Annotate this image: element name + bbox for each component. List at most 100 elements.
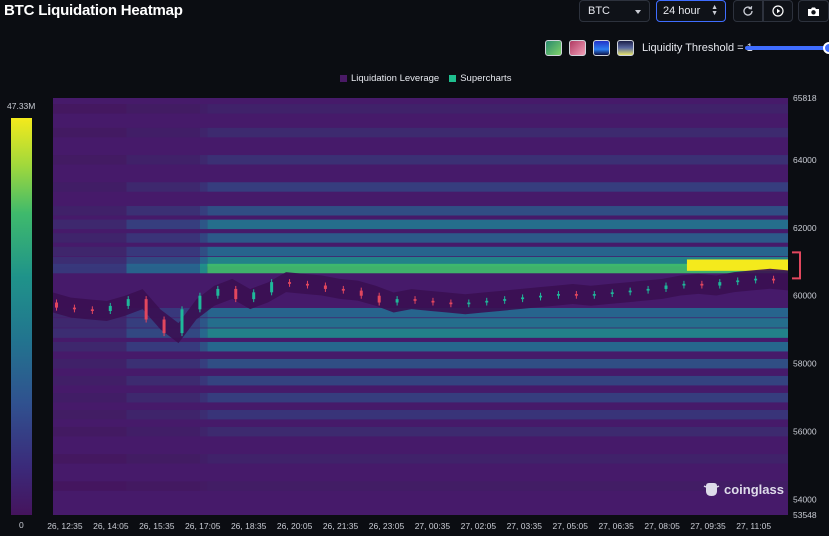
candle bbox=[736, 280, 740, 283]
liquidation-band bbox=[53, 409, 127, 420]
candle bbox=[359, 290, 363, 296]
y-tick-label: 64000 bbox=[793, 155, 817, 165]
y-tick-label: 58000 bbox=[793, 359, 817, 369]
liquidation-band bbox=[126, 219, 200, 230]
x-tick-label: 26, 15:35 bbox=[139, 521, 175, 531]
liquidation-band bbox=[126, 155, 200, 165]
candle bbox=[431, 300, 435, 303]
candle bbox=[772, 278, 776, 281]
liquidation-band bbox=[207, 375, 789, 386]
x-tick-label: 27, 03:35 bbox=[507, 521, 543, 531]
candle bbox=[216, 288, 220, 296]
liquidation-band bbox=[126, 409, 200, 420]
current-price-marker bbox=[792, 251, 801, 280]
liquidation-band bbox=[53, 358, 127, 369]
candle bbox=[144, 299, 148, 320]
x-tick-label: 27, 09:35 bbox=[690, 521, 726, 531]
liquidation-band bbox=[207, 104, 789, 114]
candle bbox=[377, 295, 381, 303]
liquidation-band bbox=[53, 392, 127, 403]
liquidation-band bbox=[207, 182, 789, 192]
liquidation-band bbox=[207, 392, 789, 403]
liquidation-band bbox=[53, 104, 127, 114]
candle bbox=[682, 283, 686, 286]
candle bbox=[485, 300, 489, 303]
candle bbox=[90, 309, 94, 312]
liquidation-band bbox=[207, 318, 789, 328]
liquidation-band bbox=[53, 328, 127, 338]
candle bbox=[574, 294, 578, 296]
candle bbox=[323, 285, 327, 289]
candle bbox=[521, 297, 525, 300]
liquidation-band bbox=[53, 233, 127, 243]
liquidation-band bbox=[207, 409, 789, 420]
candle bbox=[126, 299, 130, 306]
candle bbox=[252, 292, 256, 300]
liquidation-band bbox=[53, 263, 127, 274]
x-tick-label: 27, 05:05 bbox=[553, 521, 589, 531]
liquidation-band bbox=[126, 341, 200, 352]
liquidation-band bbox=[53, 206, 127, 216]
liquidation-band bbox=[126, 233, 200, 243]
liquidation-band bbox=[207, 426, 789, 437]
coinglass-logo-icon bbox=[703, 483, 720, 496]
candle bbox=[288, 282, 292, 284]
x-tick-label: 27, 11:05 bbox=[736, 521, 771, 531]
liquidation-band bbox=[200, 426, 208, 437]
liquidation-band bbox=[207, 328, 789, 338]
liquidation-band bbox=[207, 127, 789, 138]
liquidation-band bbox=[207, 358, 789, 369]
liquidation-band bbox=[126, 127, 200, 138]
liquidation-band bbox=[200, 375, 208, 386]
liquidation-band bbox=[53, 481, 127, 491]
liquidation-band bbox=[126, 375, 200, 386]
liquidation-band bbox=[53, 127, 127, 138]
coinglass-watermark: coinglass bbox=[703, 482, 784, 497]
liquidation-band bbox=[126, 454, 200, 464]
liquidation-band bbox=[200, 127, 208, 138]
y-min-label: 53548 bbox=[793, 510, 817, 520]
liquidation-band bbox=[126, 246, 200, 257]
candle bbox=[610, 292, 614, 295]
liquidation-band bbox=[200, 263, 208, 274]
liquidation-band bbox=[207, 219, 789, 230]
liquidation-band bbox=[200, 155, 208, 165]
x-tick-label: 26, 21:35 bbox=[323, 521, 359, 531]
liquidation-band bbox=[200, 358, 208, 369]
x-tick-label: 27, 02:05 bbox=[461, 521, 497, 531]
watermark-text: coinglass bbox=[724, 482, 784, 497]
liquidation-band bbox=[53, 318, 127, 328]
liquidation-band bbox=[126, 263, 200, 274]
liquidation-band bbox=[53, 375, 127, 386]
liquidation-band bbox=[200, 328, 208, 338]
candle bbox=[700, 283, 704, 286]
candle bbox=[395, 299, 399, 303]
liquidation-band bbox=[207, 454, 789, 464]
liquidation-band bbox=[200, 392, 208, 403]
liquidation-band bbox=[200, 233, 208, 243]
candle bbox=[198, 295, 202, 310]
candle bbox=[539, 295, 543, 298]
candle bbox=[108, 305, 112, 312]
liquidation-band bbox=[200, 409, 208, 420]
candle bbox=[72, 307, 76, 310]
candle bbox=[413, 299, 417, 301]
liquidation-band bbox=[126, 104, 200, 114]
liquidation-band bbox=[207, 155, 789, 165]
liquidation-band bbox=[200, 341, 208, 352]
liquidation-band bbox=[200, 481, 208, 491]
liquidation-band bbox=[207, 341, 789, 352]
candle bbox=[449, 302, 453, 305]
heatmap-chart[interactable]: 54000 56000 58000 60000 62000 64000 65818 53548… bbox=[0, 0, 829, 536]
candle bbox=[646, 288, 650, 291]
candle bbox=[305, 283, 309, 286]
candle bbox=[503, 299, 507, 301]
liquidation-band bbox=[200, 454, 208, 464]
liquidation-band bbox=[207, 246, 789, 257]
candle bbox=[754, 278, 758, 281]
x-tick-label: 26, 23:05 bbox=[369, 521, 405, 531]
liquidation-band bbox=[53, 182, 127, 192]
candle bbox=[556, 294, 560, 296]
x-tick-label: 26, 17:05 bbox=[185, 521, 221, 531]
liquidation-band bbox=[126, 481, 200, 491]
